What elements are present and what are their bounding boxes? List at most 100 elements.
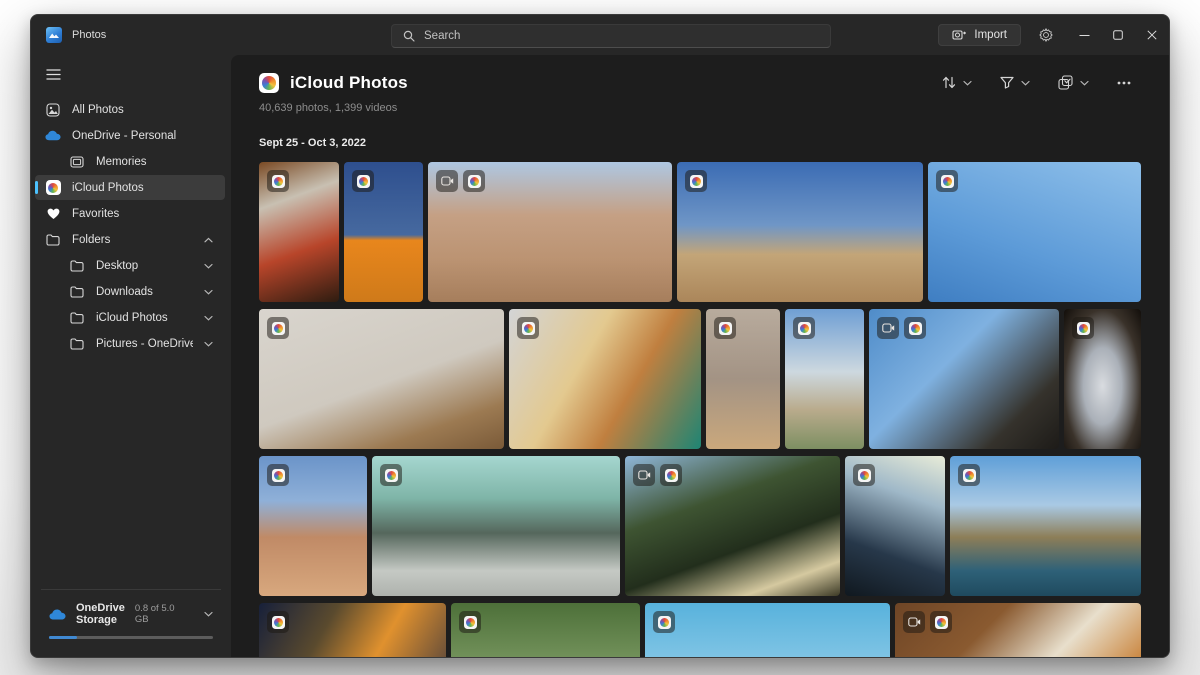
photo-tile-pear-pizza-and-latte[interactable]: [509, 309, 701, 449]
photo-tile-dog-by-river[interactable]: [451, 603, 640, 658]
filter-icon: [1000, 76, 1014, 89]
icloud-badge-icon: [517, 317, 539, 339]
close-button[interactable]: [1135, 15, 1169, 55]
photo-tile-joshua-tree-desert[interactable]: [677, 162, 923, 302]
photo-tile-orange-sunset-mural[interactable]: [344, 162, 423, 302]
icloud-badge-icon: [660, 464, 682, 486]
onedrive-cloud-icon: [49, 609, 66, 620]
photo-tile-city-skyline-mountains[interactable]: [372, 456, 620, 596]
photo-tile-puppy-on-street[interactable]: [706, 309, 780, 449]
sidebar-item-folders[interactable]: Folders: [35, 227, 225, 252]
photo-tile-star-swing-ride[interactable]: [928, 162, 1141, 302]
memories-icon: [69, 156, 85, 168]
icloud-badge-icon: [936, 170, 958, 192]
select-icon: [1058, 75, 1073, 90]
import-icon: [952, 29, 966, 41]
photo-tile-louvre-pyramid-arch[interactable]: [1064, 309, 1141, 449]
icloud-badge-icon: [463, 170, 485, 192]
more-icon: [1117, 81, 1131, 85]
sidebar-item-desktop[interactable]: Desktop: [35, 253, 225, 278]
settings-gear-button[interactable]: [1039, 28, 1053, 42]
icloud-badge-icon: [459, 611, 481, 633]
app-title: Photos: [72, 29, 106, 41]
storage-progress-fill: [49, 636, 77, 639]
video-badge-icon: [877, 317, 899, 339]
video-badge-icon: [633, 464, 655, 486]
photo-tile-hiker-on-red-rock[interactable]: [259, 456, 367, 596]
chevron-down-icon[interactable]: [204, 611, 213, 617]
chevron-down-icon: [1080, 80, 1089, 86]
minimize-button[interactable]: [1067, 15, 1101, 55]
video-badge-icon: [903, 611, 925, 633]
sidebar: All Photos OneDrive - Personal Memories iCl…: [31, 55, 231, 658]
photo-tile-shakshuka-food-bowl[interactable]: [259, 162, 339, 302]
sort-button[interactable]: [934, 71, 980, 94]
photo-tile-blue-sky-clouds[interactable]: [645, 603, 890, 658]
sidebar-item-icloud-photos[interactable]: iCloud Photos: [35, 175, 225, 200]
import-button[interactable]: Import: [938, 24, 1021, 46]
photo-tile-lake-and-cliffs[interactable]: [950, 456, 1141, 596]
chevron-down-icon[interactable]: [204, 289, 213, 295]
sidebar-item-label: All Photos: [72, 104, 215, 116]
chevron-down-icon[interactable]: [204, 263, 213, 269]
photo-tile-dog-on-chair[interactable]: [259, 309, 504, 449]
folder-icon: [69, 338, 85, 350]
photo-badges: [853, 464, 875, 486]
sidebar-item-pictures-onedrive-personal[interactable]: Pictures - OneDrive Personal: [35, 331, 225, 356]
hamburger-menu-button[interactable]: [46, 67, 231, 85]
photo-badges: [714, 317, 736, 339]
folder-icon: [45, 234, 61, 246]
photo-grid-row: [259, 162, 1139, 302]
maximize-button[interactable]: [1101, 15, 1135, 55]
sidebar-item-label: Favorites: [72, 208, 215, 220]
photo-tile-grilled-dinner-plate[interactable]: [895, 603, 1141, 658]
onedrive-storage-panel: OneDrive Storage 0.8 of 5.0 GB: [41, 589, 221, 651]
titlebar-right: Import: [938, 15, 1169, 55]
filter-button[interactable]: [992, 71, 1038, 94]
photo-badges: [380, 464, 402, 486]
storage-usage-text: 0.8 of 5.0 GB: [135, 603, 188, 625]
photo-badges: [267, 317, 289, 339]
photo-tile-rock-formation-hiker[interactable]: [428, 162, 672, 302]
photo-badges: [267, 611, 289, 633]
sidebar-item-label: Desktop: [96, 260, 193, 272]
sidebar-item-label: Folders: [72, 234, 193, 246]
page-title: iCloud Photos: [290, 73, 408, 93]
icloud-badge-icon: [685, 170, 707, 192]
photo-badges: [436, 170, 485, 192]
sidebar-item-downloads[interactable]: Downloads: [35, 279, 225, 304]
photo-tile-bicycles-at-beach[interactable]: [785, 309, 864, 449]
sidebar-item-memories[interactable]: Memories: [35, 149, 225, 174]
photo-badges: [958, 464, 980, 486]
icloud-badge-icon: [267, 464, 289, 486]
search-input[interactable]: [424, 30, 819, 42]
icloud-badge-icon: [793, 317, 815, 339]
app-identity: Photos: [31, 27, 106, 43]
chevron-up-icon[interactable]: [204, 237, 213, 243]
select-button[interactable]: [1050, 70, 1097, 95]
photo-tile-forest-light-rays[interactable]: [625, 456, 840, 596]
photo-tile-eiffel-tower-base[interactable]: [869, 309, 1059, 449]
selected-accent-bar: [35, 181, 38, 194]
sidebar-item-favorites[interactable]: Favorites: [35, 201, 225, 226]
photo-tile-rocky-shoreline-waves[interactable]: [845, 456, 945, 596]
sidebar-item-label: Downloads: [96, 286, 193, 298]
sidebar-item-label: Memories: [96, 156, 215, 168]
photo-grid: [259, 162, 1139, 658]
chevron-down-icon[interactable]: [204, 315, 213, 321]
chevron-down-icon[interactable]: [204, 341, 213, 347]
sidebar-item-onedrive-personal[interactable]: OneDrive - Personal: [35, 123, 225, 148]
library-count-subtitle: 40,639 photos, 1,399 videos: [259, 102, 1139, 114]
folder-icon: [69, 286, 85, 298]
more-button[interactable]: [1109, 76, 1139, 90]
sidebar-item-icloud-photos[interactable]: iCloud Photos: [35, 305, 225, 330]
sidebar-item-all-photos[interactable]: All Photos: [35, 97, 225, 122]
icloud-badge-icon: [930, 611, 952, 633]
onedrive-storage-label: OneDrive Storage: [76, 602, 125, 626]
sort-icon: [942, 76, 956, 89]
search-box[interactable]: [391, 24, 831, 48]
sidebar-item-label: iCloud Photos: [96, 312, 193, 324]
icloud-badge-icon: [653, 611, 675, 633]
chevron-down-icon: [963, 80, 972, 86]
photo-tile-fried-egg-breakfast[interactable]: [259, 603, 446, 658]
